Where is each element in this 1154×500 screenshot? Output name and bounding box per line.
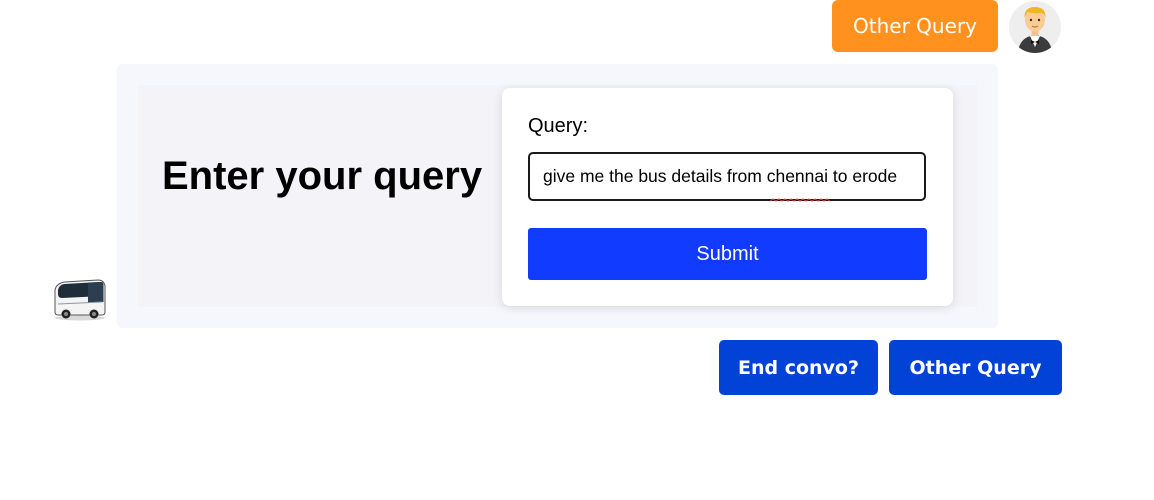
query-input[interactable] [528,152,926,201]
submit-button[interactable]: Submit [528,228,927,280]
query-form-card: Query: Submit [502,88,953,306]
bus-icon [54,279,106,321]
user-avatar [1009,1,1061,53]
other-query-button[interactable]: Other Query [889,340,1062,395]
query-label: Query: [528,115,589,137]
man-in-tuxedo-icon [1018,7,1052,53]
user-other-query-message[interactable]: Other Query [832,0,998,52]
bot-avatar [52,276,108,322]
end-convo-button[interactable]: End convo? [719,340,878,395]
query-heading: Enter your query [162,154,483,198]
